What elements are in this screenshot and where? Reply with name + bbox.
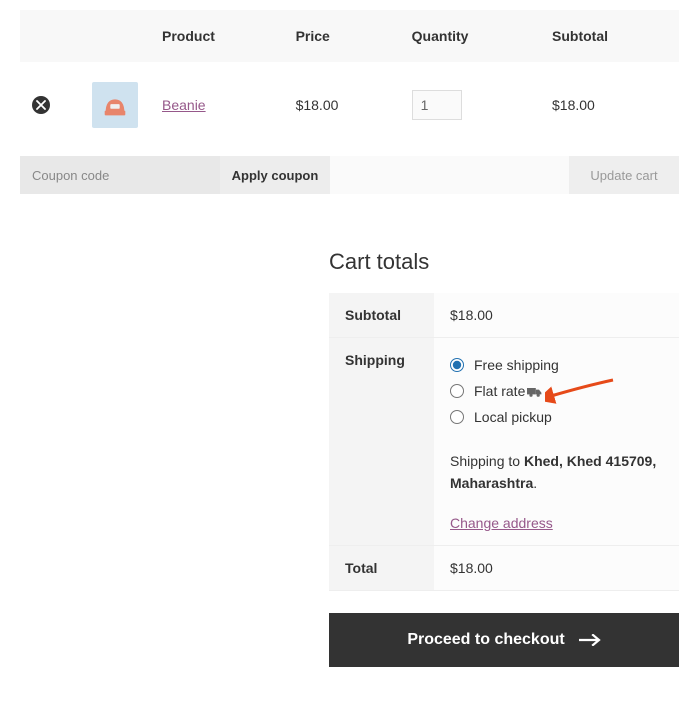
shipping-label-free[interactable]: Free shipping [474,357,559,373]
shipping-label-pickup[interactable]: Local pickup [474,409,552,425]
arrow-right-icon [579,634,601,646]
shipping-radio-pickup[interactable] [450,410,464,424]
total-value: $18.00 [434,545,679,590]
close-icon [36,100,46,110]
subtotal-label: Subtotal [329,293,434,338]
shipping-radio-free[interactable] [450,358,464,372]
shipping-label-flat[interactable]: Flat rate [474,383,543,399]
subtotal-value: $18.00 [434,293,679,338]
cart-page: Product Price Quantity Subtotal [0,0,699,677]
item-price: $18.00 [284,62,400,148]
col-product-header: Product [150,10,284,62]
apply-coupon-button[interactable]: Apply coupon [220,156,330,194]
coupon-code-input[interactable] [20,156,220,194]
cart-totals-title: Cart totals [329,249,679,275]
col-subtotal-header: Subtotal [540,10,679,62]
shipping-options-list: Free shipping Flat rate [450,352,663,430]
truck-icon [527,386,543,398]
change-address-link[interactable]: Change address [450,515,553,531]
cart-actions-row: Apply coupon Update cart [20,156,679,194]
update-cart-button[interactable]: Update cart [569,156,679,194]
col-thumb-header [80,10,150,62]
shipping-option-flat: Flat rate [450,378,663,404]
proceed-to-checkout-button[interactable]: Proceed to checkout [329,613,679,667]
shipping-option-free: Free shipping [450,352,663,378]
col-remove-header [20,10,80,62]
actions-spacer [330,156,569,194]
remove-item-button[interactable] [32,96,50,114]
product-thumbnail[interactable] [92,82,138,128]
shipping-option-pickup: Local pickup [450,404,663,430]
cart-totals-table: Subtotal $18.00 Shipping Free shipping [329,293,679,591]
col-quantity-header: Quantity [400,10,540,62]
item-subtotal: $18.00 [540,62,679,148]
total-label: Total [329,545,434,590]
shipping-radio-flat[interactable] [450,384,464,398]
cart-items-table: Product Price Quantity Subtotal [20,10,679,148]
cart-item-row: Beanie $18.00 $18.00 [20,62,679,148]
shipping-label: Shipping [329,338,434,546]
product-name-link[interactable]: Beanie [162,97,206,113]
checkout-button-label: Proceed to checkout [407,631,564,649]
cart-totals-section: Cart totals Subtotal $18.00 Shipping Fre… [329,249,679,667]
col-price-header: Price [284,10,400,62]
shipping-destination: Shipping to Khed, Khed 415709, Maharasht… [450,450,663,495]
beanie-icon [100,90,130,120]
quantity-input[interactable] [412,90,462,120]
